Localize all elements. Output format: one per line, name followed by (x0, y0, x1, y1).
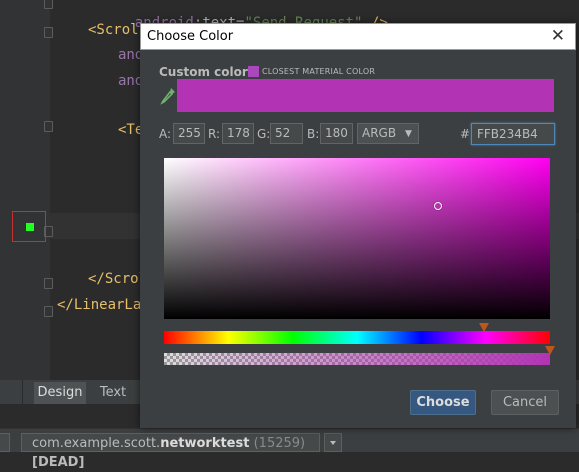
fold-marker[interactable] (44, 121, 53, 132)
custom-color-label: Custom color (159, 65, 248, 79)
editor-gutter (0, 0, 50, 380)
opacity-slider-thumb[interactable] (545, 346, 555, 355)
closest-material-color-label: CLOSEST MATERIAL COLOR (262, 67, 376, 76)
process-selector[interactable]: com.example.scott.networktest (15259) [D… (21, 433, 320, 470)
process-dropdown-button[interactable] (324, 433, 342, 452)
process-name: networktest (160, 436, 250, 451)
hex-hash-label: # (460, 127, 471, 141)
green-field[interactable]: 52 (270, 123, 303, 144)
device-selector[interactable] (0, 433, 10, 452)
hue-slider-thumb[interactable] (479, 323, 490, 332)
process-pid: (15259) (253, 436, 306, 451)
color-preview-gutter-icon[interactable] (12, 211, 46, 242)
process-state: [DEAD] (32, 455, 85, 470)
choose-color-dialog: Choose Color ✕ Custom color CLOSEST MATE… (140, 23, 576, 428)
tab-text[interactable]: Text (92, 382, 134, 404)
eyedropper-icon[interactable] (160, 87, 176, 105)
tool-strip (0, 380, 23, 404)
dialog-titlebar[interactable]: Choose Color ✕ (140, 23, 576, 50)
blue-label: B: (307, 127, 320, 141)
saturation-brightness-picker[interactable] (164, 158, 550, 319)
fold-marker[interactable] (44, 278, 53, 289)
fold-marker[interactable] (44, 306, 53, 317)
alpha-label: A: (159, 127, 172, 141)
hex-color-input[interactable]: FFB234B4 (471, 123, 555, 145)
dialog-title: Choose Color (147, 29, 234, 44)
color-swatch-icon (26, 223, 34, 231)
close-icon[interactable]: ✕ (551, 27, 565, 46)
fold-marker[interactable] (44, 27, 53, 38)
chevron-down-icon (330, 441, 336, 445)
red-field[interactable]: 178 (222, 123, 254, 144)
brightness-layer (164, 158, 550, 319)
color-format-select[interactable]: ARGB ▼ (357, 123, 419, 144)
alpha-field[interactable]: 255 (173, 123, 205, 144)
closest-material-color-swatch[interactable] (248, 66, 259, 77)
process-prefix: com.example.scott. (32, 436, 161, 451)
fold-marker[interactable] (44, 0, 53, 9)
tab-design[interactable]: Design (34, 382, 86, 404)
green-label: G: (257, 127, 271, 141)
chevron-down-icon: ▼ (405, 129, 412, 139)
choose-button[interactable]: Choose (410, 390, 476, 415)
red-label: R: (208, 127, 221, 141)
opacity-slider[interactable] (164, 353, 550, 365)
blue-field[interactable]: 180 (320, 123, 353, 144)
color-format-value: ARGB (362, 126, 397, 140)
cancel-button[interactable]: Cancel (491, 390, 559, 415)
color-preview-swatch (177, 79, 554, 112)
hue-slider[interactable] (164, 331, 550, 344)
